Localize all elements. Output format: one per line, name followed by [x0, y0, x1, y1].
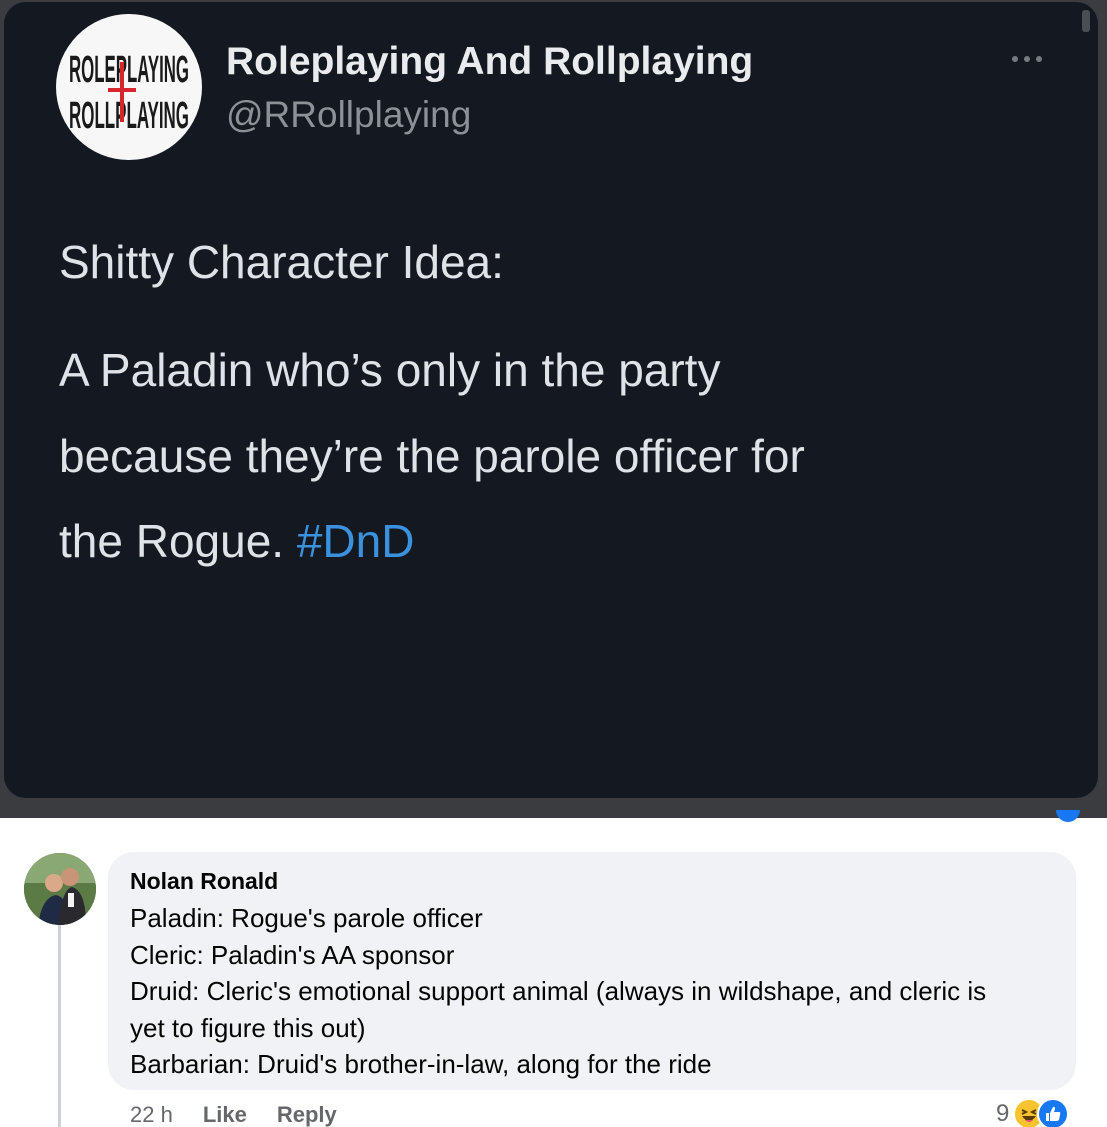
- comment-line: yet to figure this out): [130, 1012, 366, 1043]
- tweet-body-text: the Rogue.: [59, 515, 297, 567]
- more-options-icon[interactable]: [1002, 44, 1052, 74]
- comment-line: Cleric: Paladin's AA sponsor: [130, 939, 455, 970]
- commenter-avatar[interactable]: [24, 853, 96, 925]
- tweet-body-line: the Rogue. #DnD: [59, 499, 1059, 584]
- comment-section: Nolan Ronald Paladin: Rogue's parole off…: [0, 810, 1107, 1127]
- comment-actions: 22 h Like Reply: [130, 1100, 337, 1127]
- comment-line: Barbarian: Druid's brother-in-law, along…: [130, 1049, 712, 1079]
- svg-text:ROLEPLAYING: ROLEPLAYING: [69, 49, 189, 91]
- tweet-body-line: A Paladin who’s only in the party: [59, 344, 721, 396]
- author-avatar-logo[interactable]: ROLEPLAYING ROLLPLAYING: [56, 14, 202, 160]
- comment-line: Paladin: Rogue's parole officer: [130, 903, 483, 933]
- reply-button[interactable]: Reply: [277, 1102, 337, 1127]
- author-handle[interactable]: @RRollplaying: [226, 94, 471, 136]
- comment-timestamp[interactable]: 22 h: [130, 1102, 173, 1127]
- comment-text: Paladin: Rogue's parole officer Cleric: …: [130, 900, 1060, 1083]
- commenter-name[interactable]: Nolan Ronald: [130, 868, 278, 895]
- author-name[interactable]: Roleplaying And Rollplaying: [226, 40, 753, 84]
- reaction-badge-partial: [1056, 810, 1080, 822]
- like-button[interactable]: Like: [203, 1102, 247, 1127]
- roleplaying-logo-icon: ROLEPLAYING ROLLPLAYING: [69, 49, 189, 137]
- hashtag-link[interactable]: #DnD: [297, 515, 415, 567]
- tweet-body-line: because they’re the parole officer for: [59, 430, 805, 482]
- reaction-summary[interactable]: 9: [996, 1096, 1070, 1127]
- tweet-screenshot: ROLEPLAYING ROLLPLAYING Roleplaying And …: [0, 0, 1107, 818]
- scrollbar-thumb[interactable]: [1082, 10, 1090, 32]
- tweet-card: ROLEPLAYING ROLLPLAYING Roleplaying And …: [4, 2, 1098, 798]
- thread-line: [58, 918, 61, 1127]
- svg-text:ROLLPLAYING: ROLLPLAYING: [69, 95, 189, 137]
- like-icon: [1037, 1098, 1070, 1127]
- comment-line: Druid: Cleric's emotional support animal…: [130, 976, 987, 1006]
- comment-bubble: Nolan Ronald Paladin: Rogue's parole off…: [108, 852, 1076, 1090]
- reaction-count: 9: [996, 1100, 1010, 1127]
- profile-photo-icon: [24, 853, 96, 925]
- tweet-heading: Shitty Character Idea:: [59, 236, 504, 288]
